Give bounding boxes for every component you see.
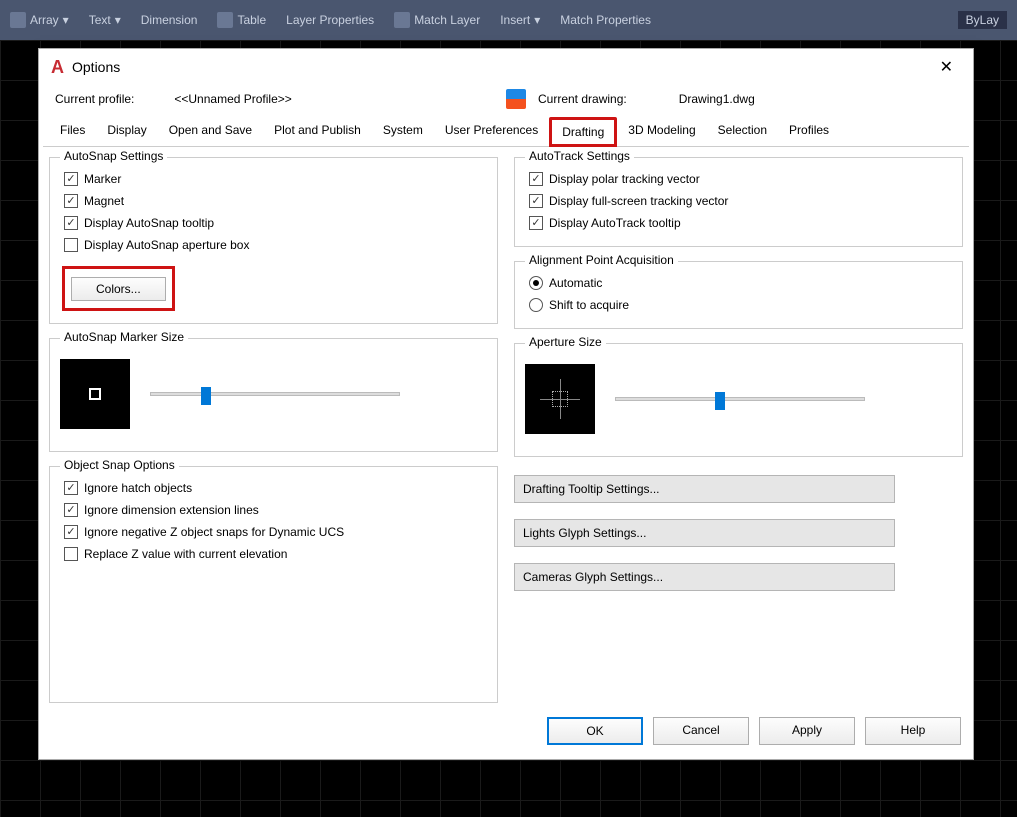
checkbox-polar[interactable] — [529, 172, 543, 186]
group-alignment: Alignment Point Acquisition Automatic Sh… — [514, 261, 963, 329]
checkbox-marker[interactable] — [64, 172, 78, 186]
tab-profiles[interactable]: Profiles — [778, 117, 840, 147]
ribbon-bylayer[interactable]: ByLay — [958, 11, 1007, 29]
checkbox-autosnap-aperture[interactable] — [64, 238, 78, 252]
tab-system[interactable]: System — [372, 117, 434, 147]
profile-label: Current profile: — [55, 92, 134, 106]
group-autotrack: AutoTrack Settings Display polar trackin… — [514, 157, 963, 247]
ribbon-array[interactable]: Array ▾ — [10, 12, 69, 28]
help-button[interactable]: Help — [865, 717, 961, 745]
radio-shift[interactable] — [529, 298, 543, 312]
ribbon-layer-properties[interactable]: Layer Properties — [286, 13, 374, 27]
checkbox-magnet[interactable] — [64, 194, 78, 208]
marker-preview — [60, 359, 130, 429]
label-autotrack-tooltip: Display AutoTrack tooltip — [549, 216, 681, 230]
checkbox-replacez[interactable] — [64, 547, 78, 561]
options-dialog: A Options ✕ Current profile: <<Unnamed P… — [38, 48, 974, 760]
label-autosnap-tooltip: Display AutoSnap tooltip — [84, 216, 214, 230]
checkbox-ignore-negz[interactable] — [64, 525, 78, 539]
group-title: AutoSnap Settings — [60, 149, 167, 163]
checkbox-ignore-dim[interactable] — [64, 503, 78, 517]
ribbon: Array ▾ Text ▾ Dimension Table Layer Pro… — [0, 0, 1017, 40]
group-autosnap: AutoSnap Settings Marker Magnet Display … — [49, 157, 498, 324]
dwg-icon — [506, 89, 526, 109]
checkbox-autotrack-tooltip[interactable] — [529, 216, 543, 230]
label-fullscreen: Display full-screen tracking vector — [549, 194, 728, 208]
label-polar: Display polar tracking vector — [549, 172, 700, 186]
group-osnap-options: Object Snap Options Ignore hatch objects… — [49, 466, 498, 703]
tab-row: Files Display Open and Save Plot and Pub… — [43, 117, 969, 147]
dialog-buttons: OK Cancel Apply Help — [39, 703, 973, 759]
ribbon-text[interactable]: Text ▾ — [89, 13, 121, 27]
profile-row: Current profile: <<Unnamed Profile>> Cur… — [39, 85, 973, 117]
ok-button[interactable]: OK — [547, 717, 643, 745]
label-automatic: Automatic — [549, 276, 602, 290]
cameras-glyph-settings-button[interactable]: Cameras Glyph Settings... — [514, 563, 895, 591]
profile-value: <<Unnamed Profile>> — [174, 92, 291, 106]
tab-files[interactable]: Files — [49, 117, 96, 147]
colors-button[interactable]: Colors... — [71, 277, 166, 301]
group-title: Aperture Size — [525, 335, 606, 349]
radio-automatic[interactable] — [529, 276, 543, 290]
checkbox-ignore-hatch[interactable] — [64, 481, 78, 495]
tab-3d-modeling[interactable]: 3D Modeling — [617, 117, 706, 147]
ribbon-insert[interactable]: Insert ▾ — [500, 13, 540, 27]
tab-selection[interactable]: Selection — [707, 117, 778, 147]
ribbon-match-layer[interactable]: Match Layer — [394, 12, 480, 28]
tab-drafting[interactable]: Drafting — [549, 117, 617, 147]
label-ignore-dim: Ignore dimension extension lines — [84, 503, 259, 517]
group-title: Object Snap Options — [60, 458, 179, 472]
label-ignore-hatch: Ignore hatch objects — [84, 481, 192, 495]
label-marker: Marker — [84, 172, 121, 186]
app-logo-icon: A — [51, 57, 64, 78]
label-magnet: Magnet — [84, 194, 124, 208]
apply-button[interactable]: Apply — [759, 717, 855, 745]
lights-glyph-settings-button[interactable]: Lights Glyph Settings... — [514, 519, 895, 547]
tab-display[interactable]: Display — [96, 117, 157, 147]
tab-plot-and-publish[interactable]: Plot and Publish — [263, 117, 372, 147]
checkbox-fullscreen[interactable] — [529, 194, 543, 208]
aperture-size-slider[interactable] — [615, 397, 865, 401]
drawing-value: Drawing1.dwg — [679, 92, 755, 106]
group-title: Alignment Point Acquisition — [525, 253, 678, 267]
cancel-button[interactable]: Cancel — [653, 717, 749, 745]
group-title: AutoTrack Settings — [525, 149, 634, 163]
titlebar: A Options ✕ — [39, 49, 973, 85]
drawing-label: Current drawing: — [538, 92, 627, 106]
ribbon-dimension[interactable]: Dimension — [141, 13, 198, 27]
label-ignore-negz: Ignore negative Z object snaps for Dynam… — [84, 525, 344, 539]
dialog-title: Options — [72, 59, 120, 75]
ribbon-table[interactable]: Table — [217, 12, 266, 28]
checkbox-autosnap-tooltip[interactable] — [64, 216, 78, 230]
group-aperture-size: Aperture Size — [514, 343, 963, 457]
ribbon-match-properties[interactable]: Match Properties — [560, 13, 651, 27]
colors-highlight-box: Colors... — [62, 266, 175, 311]
label-autosnap-aperture: Display AutoSnap aperture box — [84, 238, 249, 252]
label-replacez: Replace Z value with current elevation — [84, 547, 287, 561]
group-marker-size: AutoSnap Marker Size — [49, 338, 498, 452]
label-shift: Shift to acquire — [549, 298, 629, 312]
drafting-tooltip-settings-button[interactable]: Drafting Tooltip Settings... — [514, 475, 895, 503]
tab-user-preferences[interactable]: User Preferences — [434, 117, 549, 147]
aperture-preview — [525, 364, 595, 434]
close-button[interactable]: ✕ — [932, 53, 961, 81]
marker-size-slider[interactable] — [150, 392, 400, 396]
tab-open-and-save[interactable]: Open and Save — [158, 117, 263, 147]
group-title: AutoSnap Marker Size — [60, 330, 188, 344]
